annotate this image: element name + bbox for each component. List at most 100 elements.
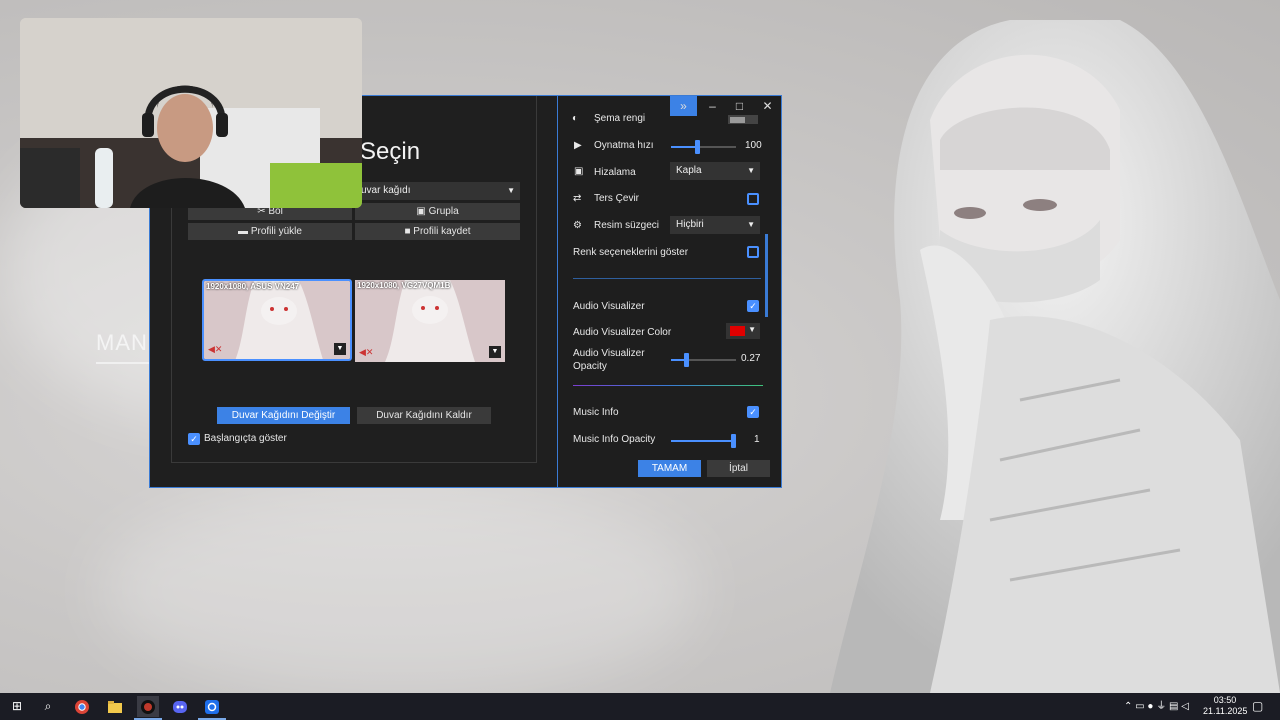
- clock-date: 21.11.2025: [1203, 706, 1248, 716]
- usb-icon[interactable]: ⏚: [1156, 701, 1166, 712]
- scrollbar-thumb[interactable]: [765, 234, 768, 317]
- volume-icon[interactable]: ◁: [1181, 701, 1189, 712]
- search-icon[interactable]: ⌕: [37, 696, 59, 717]
- collapse-icon[interactable]: »: [670, 96, 697, 116]
- filter-icon: ⚙: [573, 220, 582, 231]
- scheme-color-label: Şema rengi: [594, 113, 646, 124]
- show-color-options-checkbox[interactable]: [747, 246, 759, 258]
- audio-visualizer-label: Audio Visualizer: [573, 301, 645, 312]
- remove-wallpaper-button[interactable]: Duvar Kağıdını Kaldır: [357, 407, 491, 424]
- wallpaper-select-value: uvar kağıdı: [361, 185, 411, 196]
- slider-knob[interactable]: [683, 353, 689, 367]
- discord-icon[interactable]: [169, 696, 191, 717]
- show-color-options-label: Renk seçeneklerini göster: [573, 247, 689, 258]
- wallpaper-app-icon[interactable]: [201, 696, 223, 717]
- audio-visualizer-color-label: Audio Visualizer Color: [573, 327, 672, 338]
- alignment-select[interactable]: Kapla ▼: [670, 162, 760, 180]
- ok-button[interactable]: TAMAM: [638, 460, 701, 477]
- image-filter-select[interactable]: Hiçbiri ▼: [670, 216, 760, 234]
- audio-visualizer-checkbox[interactable]: ✓: [747, 300, 759, 312]
- play-icon: ▶: [574, 140, 582, 151]
- music-info-opacity-slider[interactable]: [671, 434, 736, 448]
- save-icon: ■: [404, 226, 414, 237]
- chevron-down-icon: ▼: [507, 186, 515, 195]
- alignment-value: Kapla: [676, 165, 702, 176]
- mute-icon[interactable]: ◀✕: [208, 344, 222, 355]
- group-icon: ▣: [416, 206, 429, 217]
- load-profile-label: Profili yükle: [250, 226, 302, 237]
- slider-knob[interactable]: [695, 140, 701, 154]
- monitor-thumbnail-2[interactable]: 1920x1080, VG27VQM1B ◀✕ ▼: [355, 280, 505, 362]
- wallpaper-preview: [204, 281, 350, 359]
- minimize-icon[interactable]: –: [698, 96, 727, 116]
- chevron-down-icon: ▼: [747, 166, 755, 175]
- chevron-up-icon[interactable]: ⌃: [1124, 701, 1132, 712]
- cancel-button[interactable]: İptal: [707, 460, 770, 477]
- taskbar: ⊞ ⌕ ⌃ ▭ ● ⏚ ▤ ◁ 03:50 21.11.2025 ▢: [0, 693, 1280, 720]
- file-explorer-icon[interactable]: [104, 696, 126, 717]
- wallpaper-select[interactable]: uvar kağıdı ▼: [355, 182, 520, 200]
- monitor-thumbnail-1[interactable]: 1920x1080, ASUS VN247 ◀✕ ▼: [202, 279, 352, 361]
- chevron-down-icon[interactable]: ▼: [334, 343, 346, 355]
- monitor-label: 1920x1080, VG27VQM1B: [357, 281, 451, 290]
- desktop-underline: [96, 362, 156, 364]
- palette-icon: ◐: [572, 113, 579, 124]
- dialog-title: Seçin: [360, 138, 421, 165]
- close-icon[interactable]: ✕: [753, 96, 782, 116]
- wallpaper-preview: [355, 280, 505, 362]
- music-info-label: Music Info: [573, 407, 619, 418]
- playback-speed-label: Oynatma hızı: [594, 140, 654, 151]
- scheme-color-picker[interactable]: [728, 115, 758, 124]
- save-profile-button[interactable]: ■ Profili kaydet: [355, 223, 520, 240]
- audio-visualizer-opacity-label: Audio Visualizer Opacity: [573, 348, 645, 372]
- chrome-icon[interactable]: [71, 696, 93, 717]
- wallpaper-figure: [820, 0, 1280, 693]
- audio-visualizer-opacity-slider[interactable]: [671, 353, 736, 367]
- slider-knob[interactable]: [731, 434, 736, 448]
- chevron-down-icon: ▼: [747, 220, 755, 229]
- change-wallpaper-button[interactable]: Duvar Kağıdını Değiştir: [217, 407, 350, 424]
- group-button[interactable]: ▣ Grupla: [355, 203, 520, 220]
- music-info-opacity-label: Music Info Opacity: [573, 434, 656, 445]
- save-profile-label: Profili kaydet: [413, 226, 471, 237]
- playback-speed-slider[interactable]: [671, 140, 736, 154]
- tablet-icon[interactable]: ▭: [1135, 701, 1144, 712]
- audio-visualizer-color-swatch: [730, 326, 745, 336]
- tray-icons[interactable]: ⌃ ▭ ● ⏚ ▤ ◁: [1124, 693, 1189, 720]
- group-label: Grupla: [428, 206, 459, 217]
- app-icon[interactable]: [137, 696, 159, 717]
- show-at-startup-checkbox[interactable]: ✓: [188, 433, 200, 445]
- fog: [100, 480, 700, 693]
- desktop-text: MAN: [96, 330, 148, 355]
- flip-label: Ters Çevir: [594, 193, 640, 204]
- flip-checkbox[interactable]: [747, 193, 759, 205]
- chevron-down-icon[interactable]: ▼: [489, 346, 501, 358]
- audio-visualizer-opacity-value: 0.27: [741, 353, 761, 364]
- image-icon: ▣: [574, 166, 584, 177]
- slider-fill: [671, 440, 736, 442]
- webcam-image: [20, 18, 362, 208]
- music-info-checkbox[interactable]: ✓: [747, 406, 759, 418]
- load-profile-button[interactable]: ▬ Profili yükle: [188, 223, 352, 240]
- mute-icon[interactable]: ◀✕: [359, 347, 373, 358]
- audio-visualizer-color-picker[interactable]: ▼: [726, 323, 760, 339]
- show-at-startup-label: Başlangıçta göster: [204, 433, 287, 444]
- scheme-color-swatch: [730, 117, 745, 123]
- windows-start-icon[interactable]: ⊞: [6, 696, 28, 717]
- divider: [573, 385, 763, 386]
- monitor-label: 1920x1080, ASUS VN247: [206, 282, 300, 291]
- maximize-icon[interactable]: □: [725, 96, 754, 116]
- image-filter-label: Resim süzgeci: [594, 220, 660, 231]
- playback-speed-value: 100: [745, 140, 762, 151]
- chevron-down-icon: ▼: [748, 325, 756, 334]
- notification-icon[interactable]: ▢: [1252, 693, 1263, 720]
- alignment-label: Hizalama: [594, 167, 636, 178]
- network-icon[interactable]: ▤: [1169, 701, 1178, 712]
- webcam-overlay: [20, 18, 362, 208]
- clock[interactable]: 03:50 21.11.2025: [1203, 695, 1247, 720]
- image-filter-value: Hiçbiri: [676, 219, 704, 230]
- folder-icon: ▬: [238, 226, 251, 237]
- settings-pane: » – □ ✕ ◐ Şema rengi ▶ Oynatma hızı 100 …: [557, 96, 781, 487]
- microphone-icon[interactable]: ●: [1147, 701, 1153, 712]
- clock-time: 03:50: [1213, 695, 1237, 705]
